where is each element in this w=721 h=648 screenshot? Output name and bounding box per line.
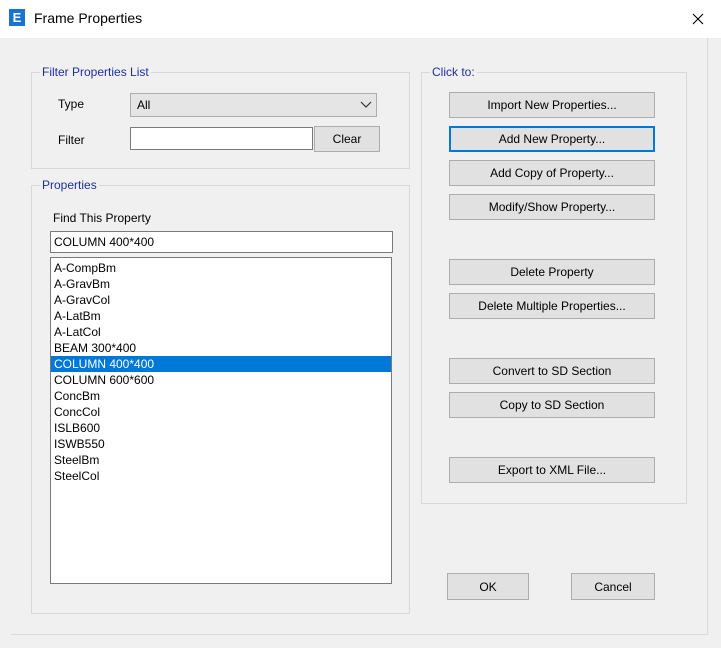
add-copy-of-property-button[interactable]: Add Copy of Property...: [449, 160, 655, 186]
list-item[interactable]: COLUMN 400*400: [51, 356, 391, 372]
list-item[interactable]: ConcBm: [51, 388, 391, 404]
list-item[interactable]: ISWB550: [51, 436, 391, 452]
modify-show-property-button[interactable]: Modify/Show Property...: [449, 194, 655, 220]
cancel-button[interactable]: Cancel: [571, 573, 655, 600]
copy-to-sd-section-button[interactable]: Copy to SD Section: [449, 392, 655, 418]
type-label: Type: [58, 97, 85, 111]
dialog-body: Filter Properties List Type All Filter C…: [11, 38, 708, 635]
app-icon: E: [9, 9, 25, 26]
convert-to-sd-section-button[interactable]: Convert to SD Section: [449, 358, 655, 384]
click-to-legend: Click to:: [430, 65, 477, 79]
import-new-properties-button[interactable]: Import New Properties...: [449, 92, 655, 118]
filter-group: Filter Properties List Type All Filter C…: [31, 65, 410, 169]
list-item[interactable]: ConcCol: [51, 404, 391, 420]
list-item[interactable]: A-GravCol: [51, 292, 391, 308]
list-item[interactable]: COLUMN 600*600: [51, 372, 391, 388]
find-property-value: COLUMN 400*400: [54, 235, 155, 249]
add-new-property-button[interactable]: Add New Property...: [449, 126, 655, 152]
list-item[interactable]: SteelCol: [51, 468, 391, 484]
close-button[interactable]: [675, 0, 721, 38]
list-item[interactable]: A-LatCol: [51, 324, 391, 340]
delete-multiple-properties-button[interactable]: Delete Multiple Properties...: [449, 293, 655, 319]
type-select-value: All: [137, 98, 151, 112]
type-select[interactable]: All: [130, 93, 377, 117]
list-item[interactable]: A-LatBm: [51, 308, 391, 324]
filter-input[interactable]: [130, 127, 313, 150]
delete-property-button[interactable]: Delete Property: [449, 259, 655, 285]
find-property-input[interactable]: COLUMN 400*400: [50, 231, 393, 253]
ok-button[interactable]: OK: [447, 573, 529, 600]
chevron-down-icon: [360, 101, 372, 108]
clear-button[interactable]: Clear: [314, 126, 380, 152]
window-title: Frame Properties: [34, 10, 143, 26]
close-icon: [692, 13, 704, 25]
filter-label: Filter: [58, 133, 85, 147]
properties-listbox[interactable]: A-CompBm A-GravBm A-GravCol A-LatBm A-LatCol…: [50, 257, 392, 584]
title-bar: E Frame Properties: [0, 0, 721, 38]
filter-group-legend: Filter Properties List: [40, 65, 151, 79]
list-item[interactable]: A-CompBm: [51, 260, 391, 276]
click-to-group: Click to: Import New Properties... Add N…: [421, 65, 687, 504]
properties-group-legend: Properties: [40, 178, 99, 192]
list-item[interactable]: A-GravBm: [51, 276, 391, 292]
export-to-xml-file-button[interactable]: Export to XML File...: [449, 457, 655, 483]
properties-group: Properties Find This Property COLUMN 400…: [31, 178, 410, 614]
list-item[interactable]: BEAM 300*400: [51, 340, 391, 356]
list-item[interactable]: ISLB600: [51, 420, 391, 436]
find-property-label: Find This Property: [53, 211, 151, 225]
list-item[interactable]: SteelBm: [51, 452, 391, 468]
